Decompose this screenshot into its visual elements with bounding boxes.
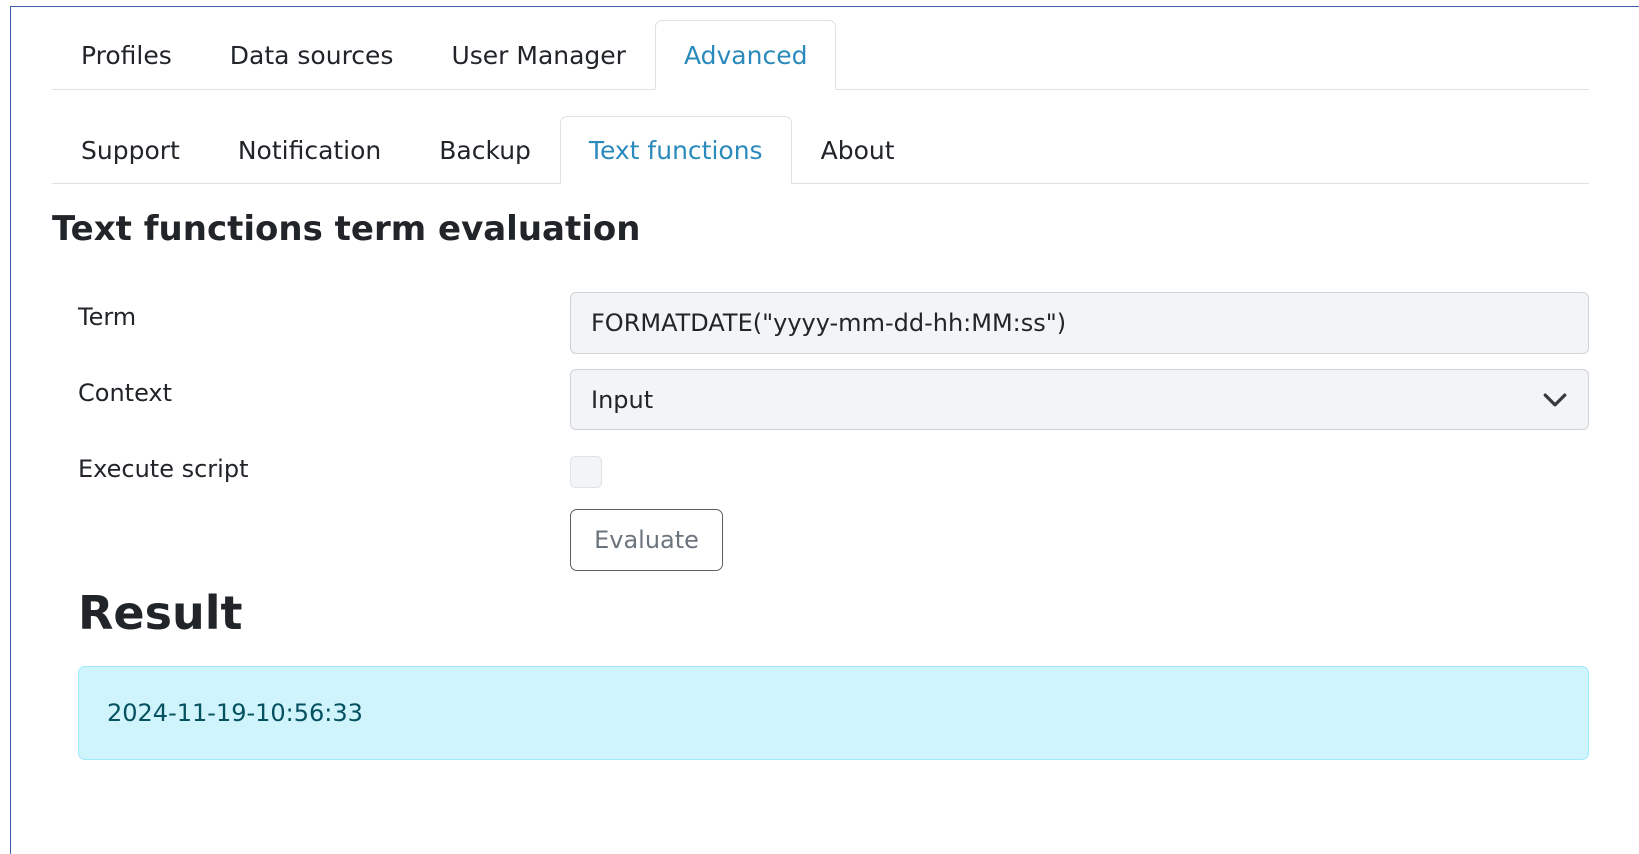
tab-support[interactable]: Support	[52, 116, 209, 184]
tab-about[interactable]: About	[792, 116, 924, 184]
evaluate-button[interactable]: Evaluate	[570, 509, 723, 571]
term-input[interactable]	[570, 292, 1589, 354]
tab-backup[interactable]: Backup	[410, 116, 560, 184]
execute-script-checkbox[interactable]	[570, 456, 602, 488]
result-value: 2024-11-19-10:56:33	[107, 699, 363, 727]
section-title: Text functions term evaluation	[52, 209, 641, 249]
context-label: Context	[78, 379, 173, 407]
result-title: Result	[78, 586, 243, 640]
context-select[interactable]: Input	[570, 369, 1589, 430]
tab-advanced[interactable]: Advanced	[654, 20, 837, 90]
tab-notification[interactable]: Notification	[209, 116, 410, 184]
context-selected-value: Input	[591, 385, 654, 414]
tab-profiles[interactable]: Profiles	[52, 20, 201, 90]
primary-tabs: Profiles Data sources User Manager Advan…	[52, 20, 1589, 90]
execute-script-label: Execute script	[78, 455, 249, 483]
tab-user-manager[interactable]: User Manager	[422, 20, 655, 90]
secondary-tabs: Support Notification Backup Text functio…	[52, 115, 1589, 184]
tab-text-functions[interactable]: Text functions	[559, 116, 792, 184]
chevron-down-icon	[1543, 393, 1567, 406]
tab-data-sources[interactable]: Data sources	[201, 20, 423, 90]
result-box: 2024-11-19-10:56:33	[78, 666, 1589, 760]
term-label: Term	[78, 303, 137, 331]
